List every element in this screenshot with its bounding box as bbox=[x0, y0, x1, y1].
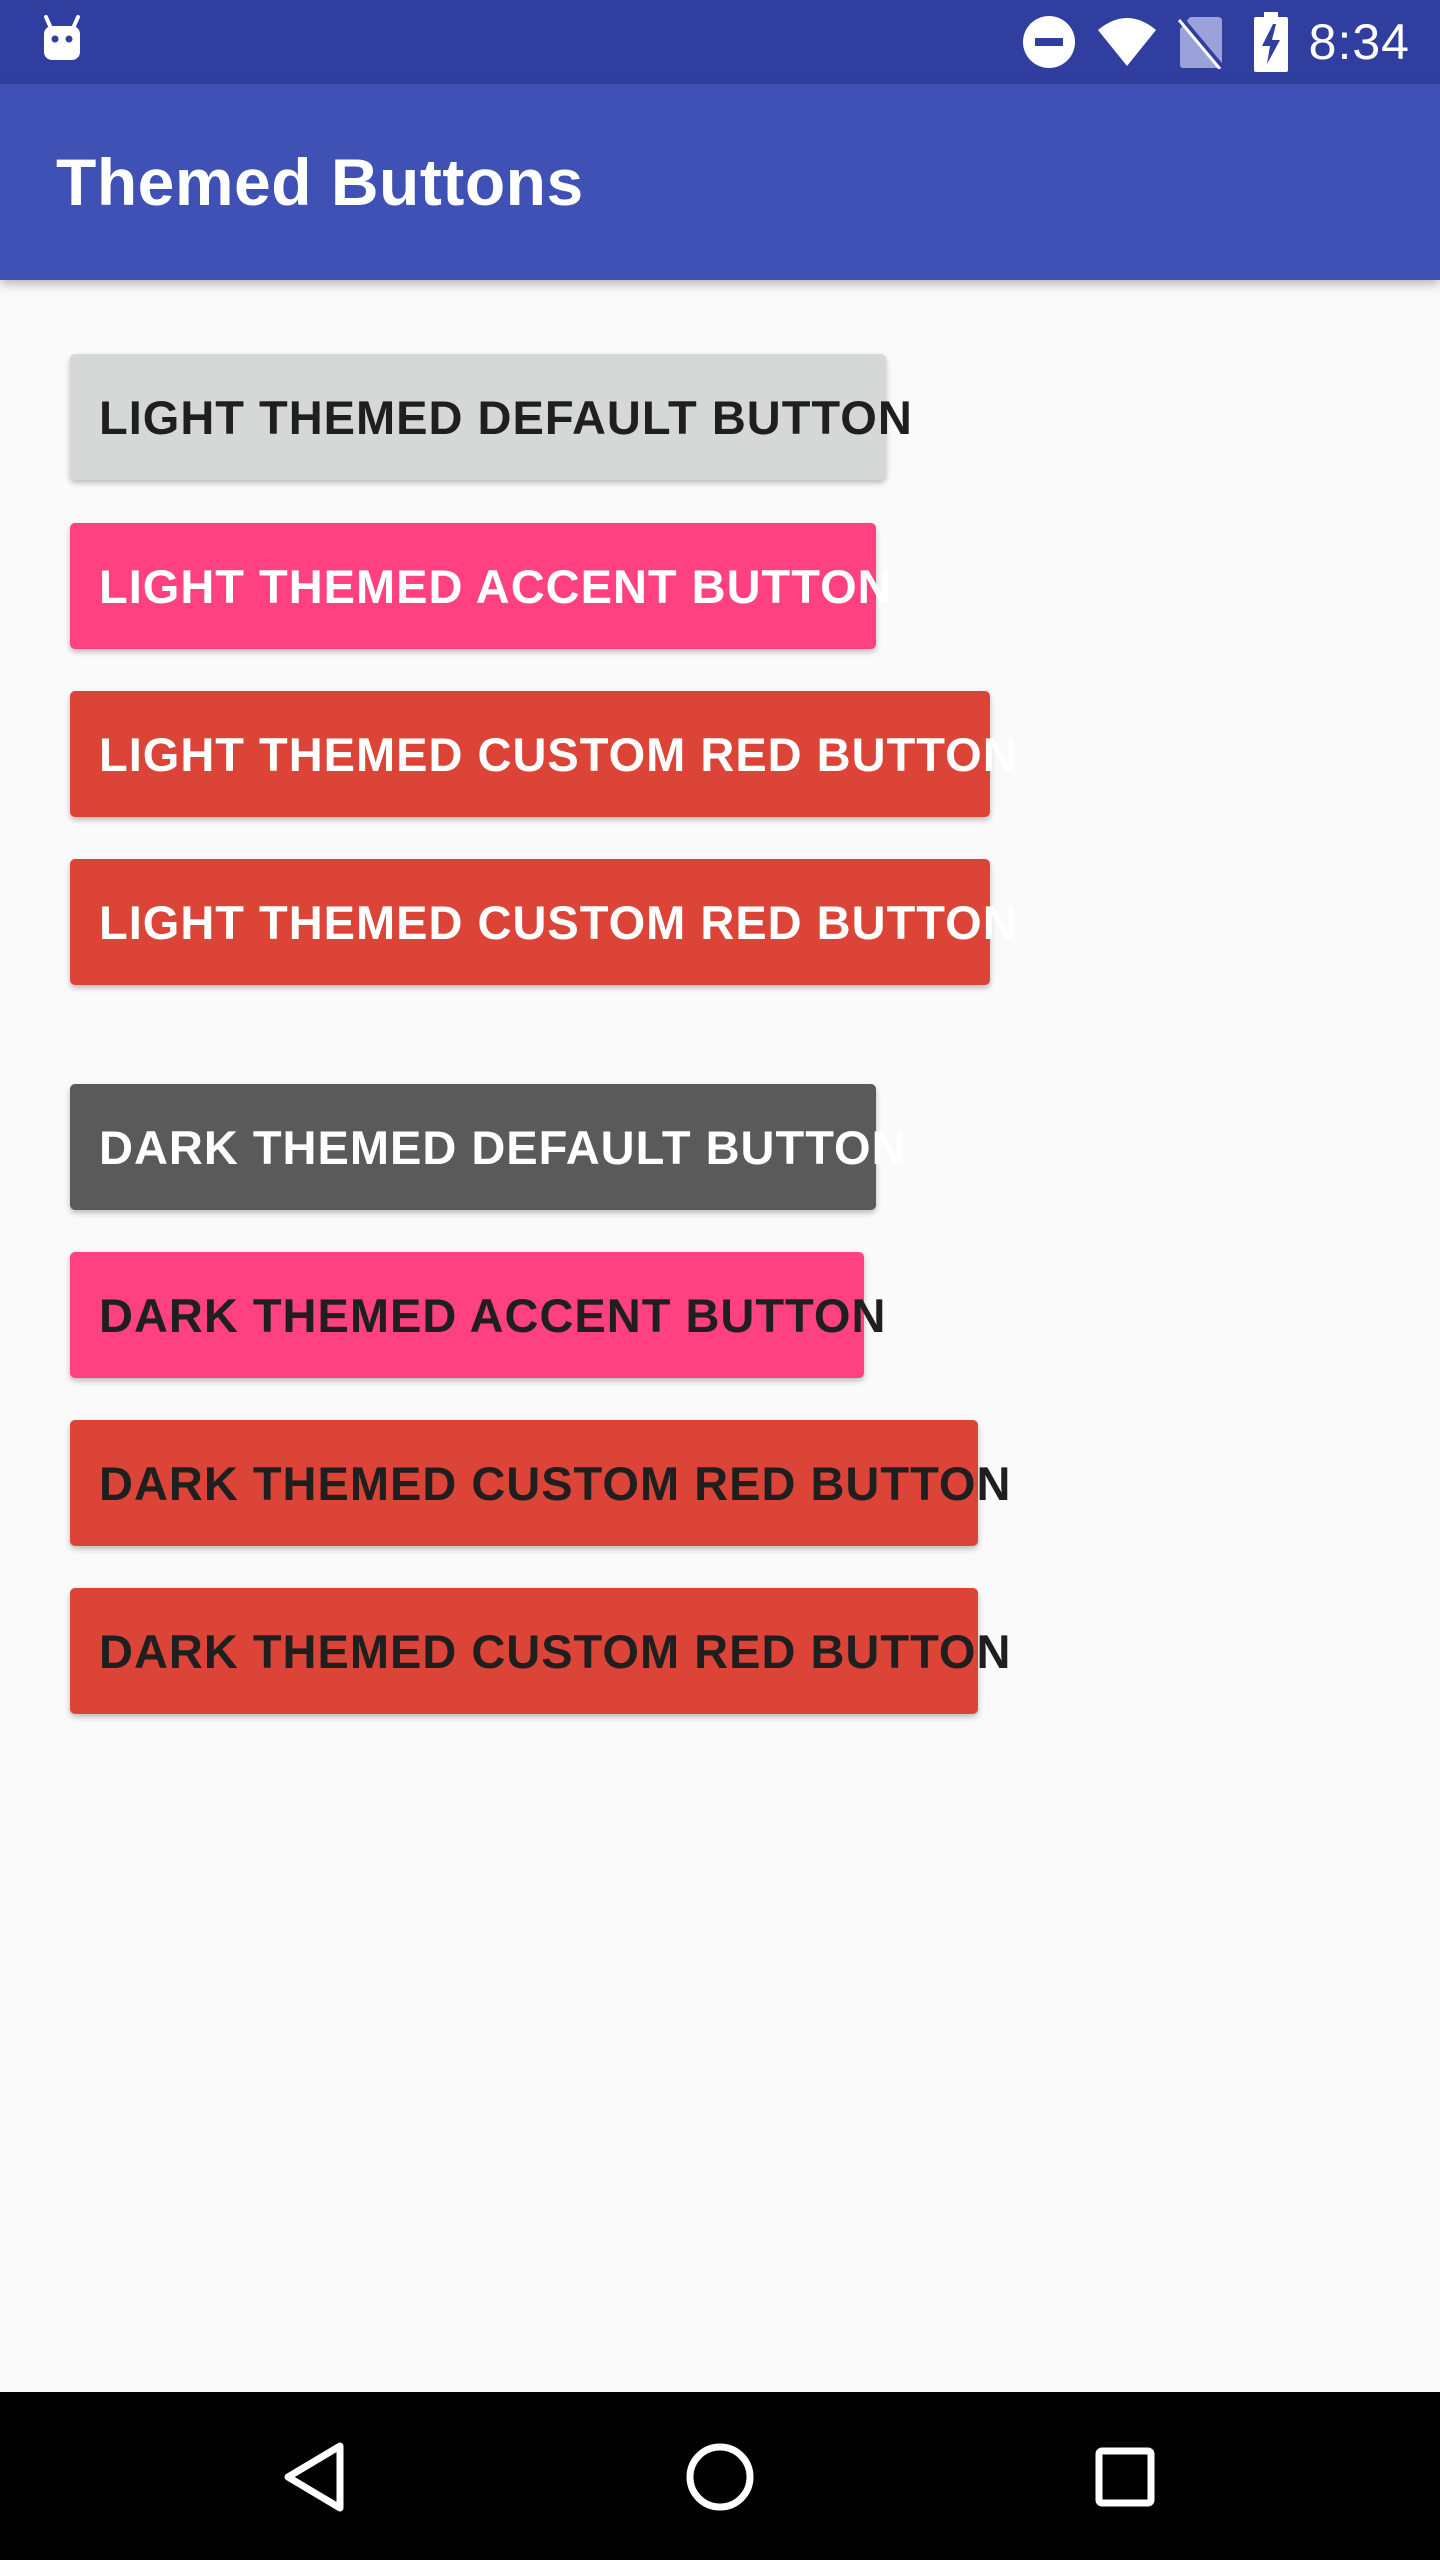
no-sim-icon bbox=[1178, 16, 1224, 69]
android-debug-icon bbox=[44, 15, 80, 60]
app-bar: Themed Buttons bbox=[0, 84, 1440, 280]
status-bar: 8:34 bbox=[0, 0, 1440, 84]
light-themed-accent-button[interactable]: LIGHT THEMED ACCENT BUTTON bbox=[70, 523, 892, 649]
dark-themed-default-button[interactable]: DARK THEMED DEFAULT BUTTON bbox=[70, 1084, 906, 1210]
light-themed-default-button[interactable]: LIGHT THEMED DEFAULT BUTTON bbox=[70, 354, 912, 480]
do-not-disturb-icon bbox=[1023, 16, 1075, 68]
recents-icon[interactable] bbox=[1080, 2432, 1170, 2522]
dark-themed-custom-red-button-2[interactable]: DARK THEMED CUSTOM RED BUTTON bbox=[70, 1588, 1010, 1714]
light-themed-custom-red-button-2[interactable]: LIGHT THEMED CUSTOM RED BUTTON bbox=[70, 859, 1017, 985]
dark-themed-custom-red-button-1[interactable]: DARK THEMED CUSTOM RED BUTTON bbox=[70, 1420, 1010, 1546]
navigation-bar bbox=[0, 2392, 1440, 2560]
page-title: Themed Buttons bbox=[56, 145, 584, 219]
light-themed-custom-red-button-1[interactable]: LIGHT THEMED CUSTOM RED BUTTON bbox=[70, 691, 1017, 817]
dark-themed-accent-button[interactable]: DARK THEMED ACCENT BUTTON bbox=[70, 1252, 885, 1378]
battery-charging-icon bbox=[1254, 12, 1288, 72]
wifi-icon bbox=[1098, 18, 1156, 66]
back-icon[interactable] bbox=[270, 2432, 360, 2522]
home-icon[interactable] bbox=[675, 2432, 765, 2522]
status-time: 8:34 bbox=[1308, 14, 1410, 70]
